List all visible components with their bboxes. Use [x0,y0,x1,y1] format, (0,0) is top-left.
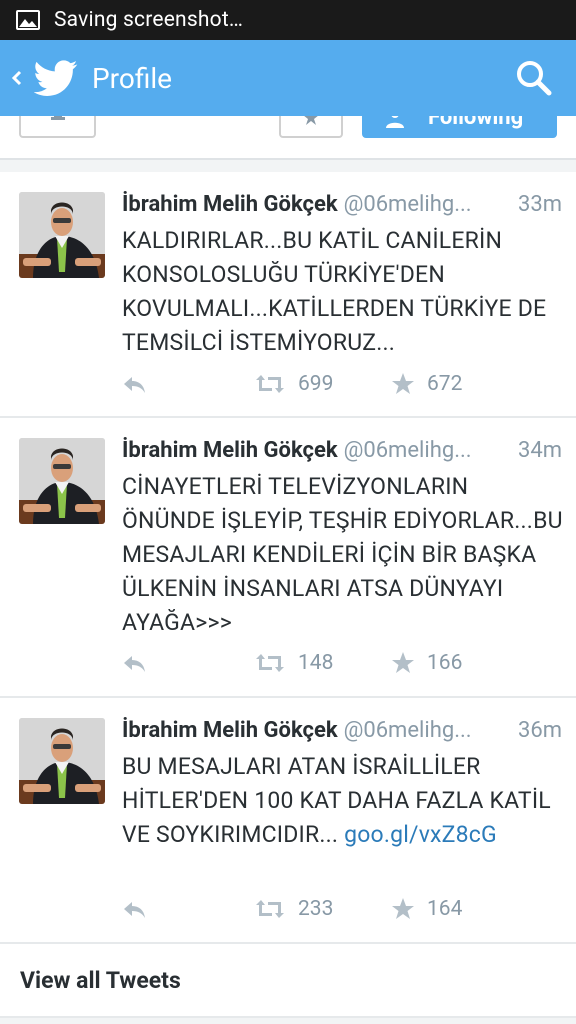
view-all-tweets-button[interactable]: View all Tweets [0,944,576,1018]
star-icon [392,898,414,919]
retweet-count: 148 [298,651,334,675]
avatar[interactable] [19,192,105,278]
tweet-header: İbrahim Melih Gökçek @06melihg... 33m [122,190,562,220]
tweet-time: 34m [517,438,562,463]
retweet-button[interactable]: 148 [254,651,333,675]
bottom-divider [0,1018,576,1024]
reply-button[interactable] [120,897,148,921]
author-name[interactable]: İbrahim Melih Gökçek [122,190,338,220]
favorite-button[interactable]: 166 [391,651,462,675]
notifications-button[interactable] [19,116,96,138]
tweet-text: KALDIRIRLAR...BU KATİL CANİLERİN KONSOLO… [122,224,567,360]
tweet-item[interactable]: İbrahim Melih Gökçek @06melihg... 34m Cİ… [0,418,576,698]
tweet-text: CİNAYETLERİ TELEVİZYONLARIN ÖNÜNDE İŞLEY… [122,470,567,640]
reply-button[interactable] [120,651,148,675]
tweet-text: BU MESAJLARI ATAN İSRAİLLİLER HİTLER'DEN… [122,750,567,852]
retweet-count: 233 [298,897,334,921]
chevron-left-icon [11,70,22,86]
following-button[interactable]: Following [362,116,557,138]
star-icon [392,373,414,394]
retweet-button[interactable]: 233 [254,897,333,921]
person-photo [19,192,105,278]
view-all-label: View all Tweets [20,966,181,994]
favorite-button[interactable]: 672 [391,372,462,396]
retweet-count: 699 [298,372,334,396]
section-divider [0,158,576,172]
avatar[interactable] [19,718,105,804]
person-photo [19,438,105,524]
person-photo [19,718,105,804]
twitter-bird-icon[interactable] [34,56,78,100]
tweet-header: İbrahim Melih Gökçek @06melihg... 34m [122,436,562,466]
star-icon [392,652,414,673]
tweet-actions: 233 164 [0,897,576,927]
tweet-body: KALDIRIRLAR...BU KATİL CANİLERİN KONSOLO… [122,227,547,356]
tweet-item[interactable]: İbrahim Melih Gökçek @06melihg... 33m KA… [0,172,576,418]
author-handle[interactable]: @06melihg... [344,716,512,746]
profile-actions-strip: Following [0,116,576,160]
tweet-actions: 148 166 [0,651,576,681]
retweet-icon [256,900,284,918]
action-bar: Profile [0,40,576,116]
star-icon [304,116,318,125]
tweet-body: CİNAYETLERİ TELEVİZYONLARIN ÖNÜNDE İŞLEY… [122,473,563,636]
more-options-button[interactable] [279,116,343,138]
tweet-header: İbrahim Melih Gökçek @06melihg... 36m [122,716,562,746]
author-handle[interactable]: @06melihg... [344,436,512,466]
retweet-icon [256,375,284,393]
tweet-item[interactable]: İbrahim Melih Gökçek @06melihg... 36m BU… [0,698,576,944]
author-name[interactable]: İbrahim Melih Gökçek [122,716,338,746]
author-handle[interactable]: @06melihg... [344,190,512,220]
author-name[interactable]: İbrahim Melih Gökçek [122,436,338,466]
back-button[interactable] [2,40,32,116]
retweet-button[interactable]: 699 [254,372,333,396]
avatar[interactable] [19,438,105,524]
image-icon [16,10,40,30]
status-bar: Saving screenshot… [0,0,576,40]
following-label: Following [428,116,524,130]
retweet-icon [256,654,284,672]
search-icon[interactable] [514,58,554,98]
page-title: Profile [92,61,173,95]
user-check-icon [386,116,404,128]
favorite-count: 166 [427,651,463,675]
tweet-time: 33m [517,192,562,217]
favorite-button[interactable]: 164 [391,897,462,921]
favorite-count: 164 [427,897,463,921]
tweet-actions: 699 672 [0,372,576,402]
favorite-count: 672 [427,372,463,396]
tweet-link[interactable]: goo.gl/vxZ8cG [344,821,497,848]
status-text: Saving screenshot… [54,8,244,32]
reply-button[interactable] [120,372,148,396]
reply-icon [124,377,145,393]
tweet-time: 36m [517,718,562,743]
pin-icon [50,116,65,120]
reply-icon [124,902,145,918]
reply-icon [124,656,145,672]
